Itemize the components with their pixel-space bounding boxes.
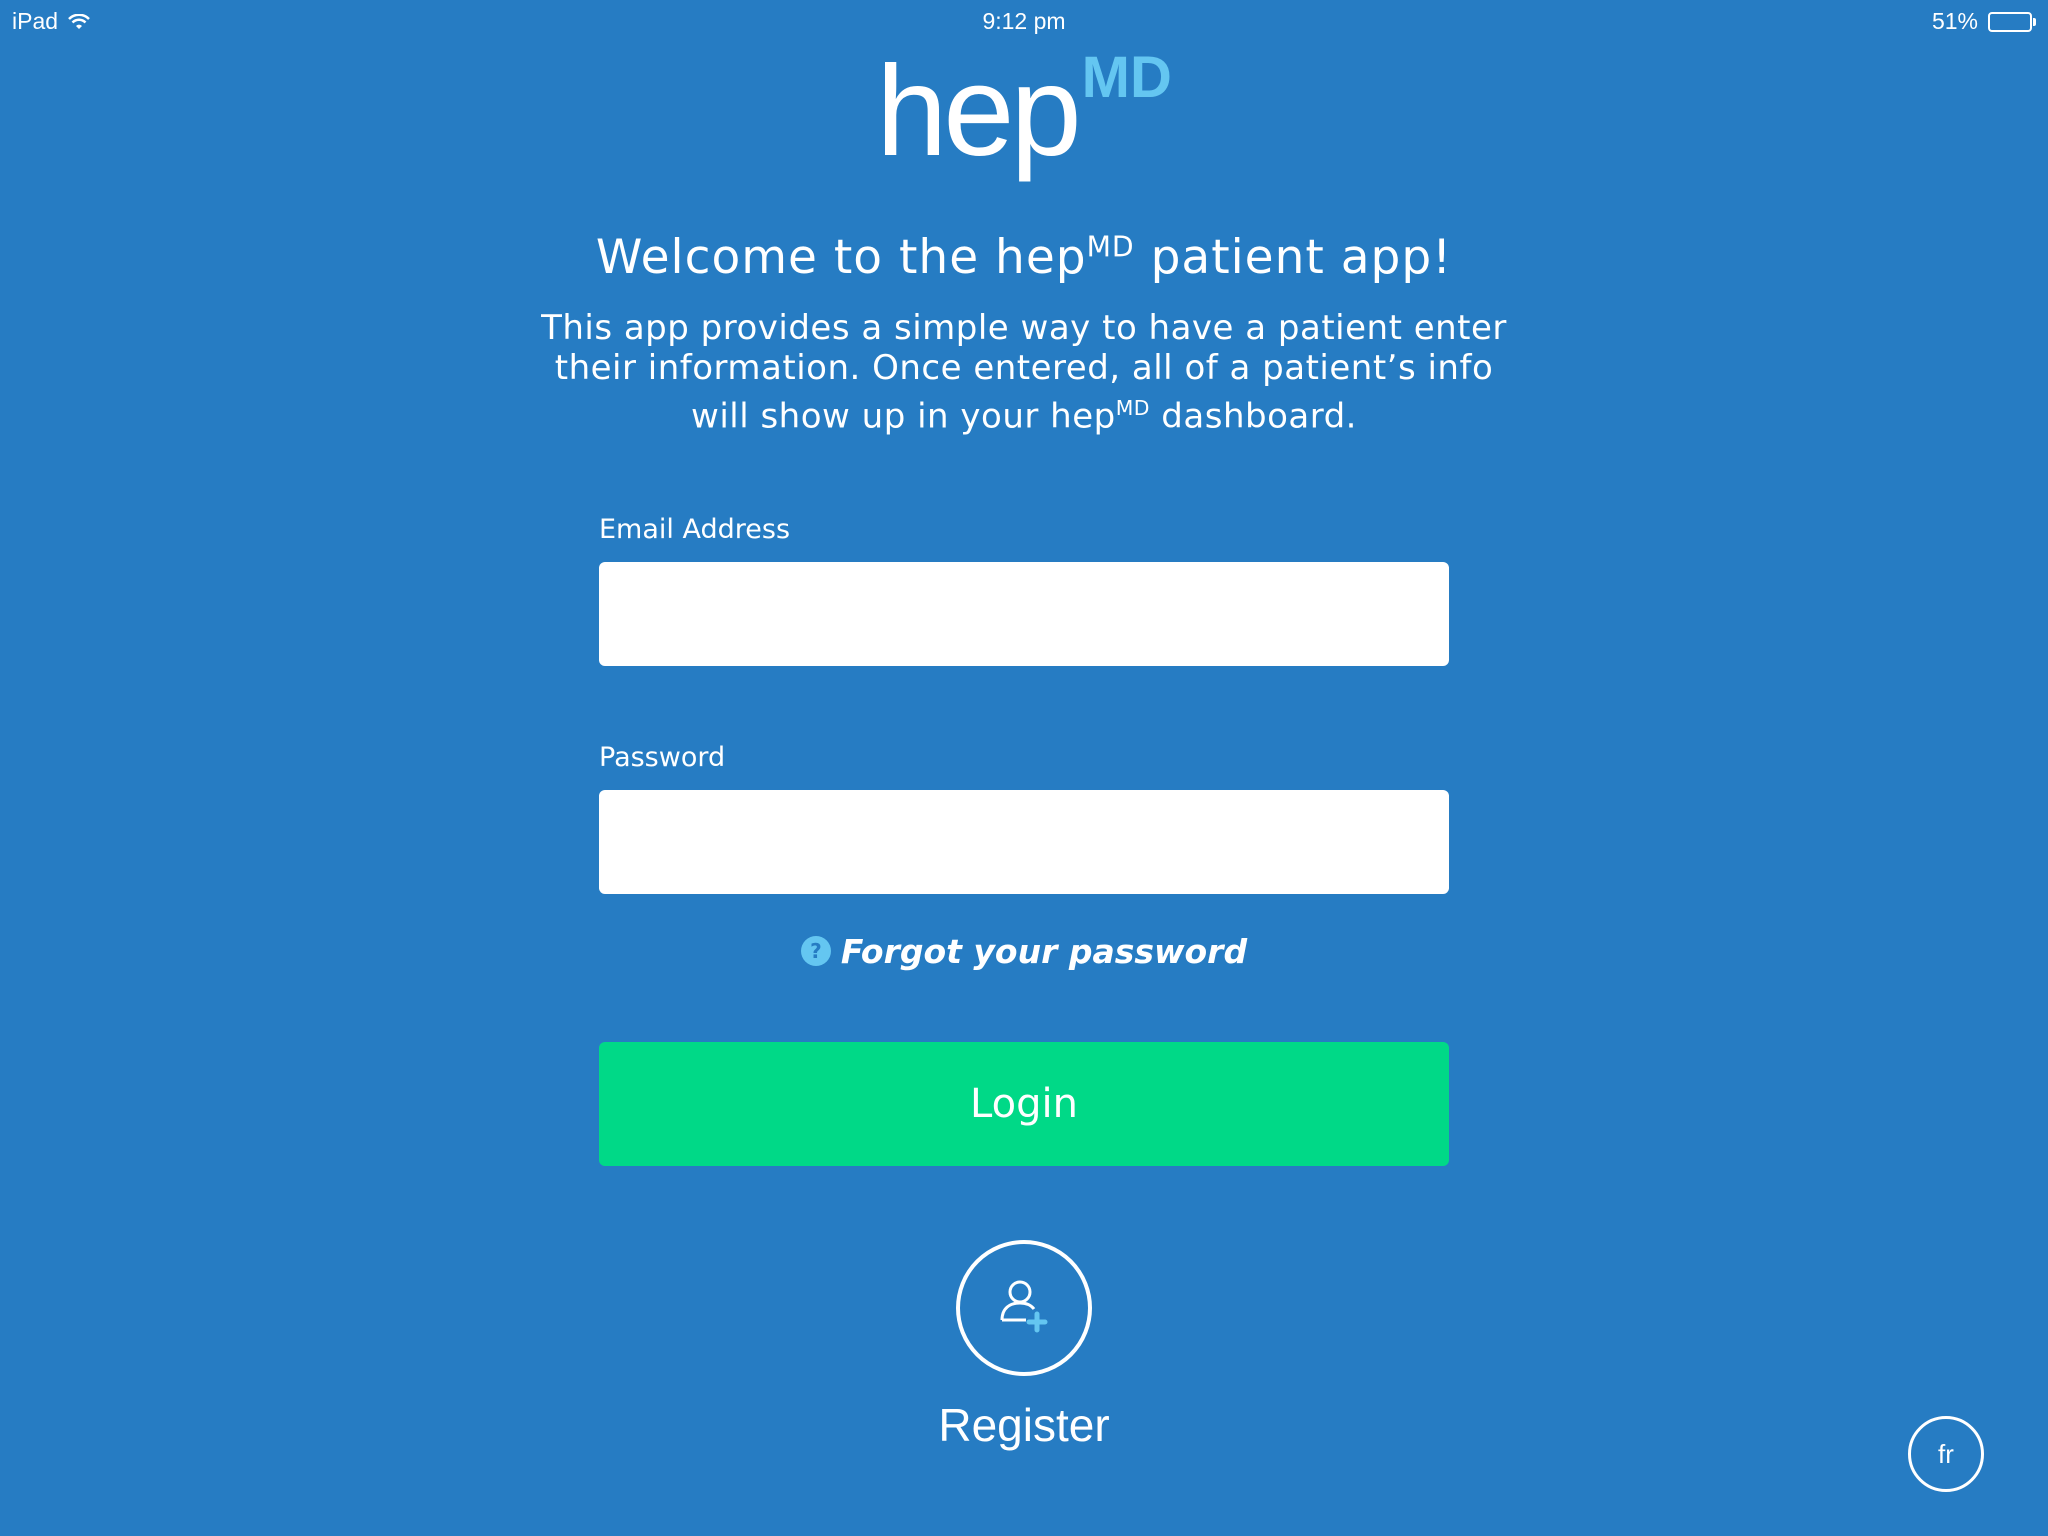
description-line-3-end: dashboard.: [1150, 396, 1357, 437]
welcome-text-before: Welcome to the hep: [595, 230, 1087, 285]
description-line-2: their information. Once entered, all of …: [554, 348, 1494, 388]
battery-icon: [1988, 11, 2036, 32]
welcome-text-after: patient app!: [1134, 230, 1453, 285]
email-label: Email Address: [599, 514, 791, 545]
description-superscript: MD: [1115, 396, 1150, 420]
forgot-password-link[interactable]: ? Forgot your password: [0, 932, 2048, 971]
register-label[interactable]: Register: [0, 1398, 2048, 1452]
user-add-icon: [992, 1274, 1056, 1342]
status-time: 9:12 pm: [982, 8, 1066, 34]
email-field[interactable]: [599, 562, 1449, 666]
status-bar-right: 51%: [1932, 8, 2036, 35]
login-screen: iPad 9:12 pm 51% hepMD Welcome to the he…: [0, 0, 2048, 1536]
hepmd-logo: hepMD: [0, 45, 2048, 176]
status-bar: iPad 9:12 pm 51%: [0, 0, 2048, 40]
password-field[interactable]: [599, 790, 1449, 894]
help-icon: ?: [800, 935, 831, 966]
description-line-1: This app provides a simple way to have a…: [541, 308, 1507, 348]
description-line-3: will show up in your hep: [691, 396, 1116, 437]
app-description: This app provides a simple way to have a…: [500, 308, 1548, 436]
welcome-superscript: MD: [1086, 230, 1135, 264]
password-label: Password: [599, 742, 726, 773]
logo-main-text: hep: [876, 40, 1082, 183]
logo-superscript: MD: [1081, 45, 1172, 110]
welcome-heading: Welcome to the hepMD patient app!: [0, 230, 2048, 285]
forgot-password-label: Forgot your password: [840, 932, 1248, 971]
login-button[interactable]: Login: [599, 1042, 1449, 1166]
language-toggle-button[interactable]: fr: [1908, 1416, 1984, 1492]
battery-percent: 51%: [1931, 8, 1978, 34]
register-button[interactable]: [956, 1240, 1092, 1376]
